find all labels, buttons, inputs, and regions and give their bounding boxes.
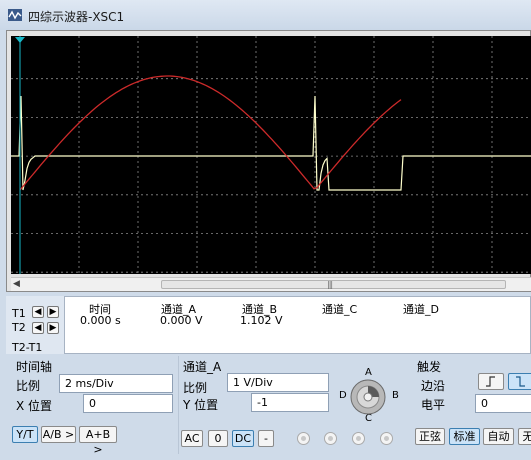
knob-label-a: A xyxy=(365,367,372,378)
window-title: 四综示波器-XSC1 xyxy=(28,10,125,24)
channel-title: 通道_A xyxy=(183,360,222,374)
channel-scale-label: 比例 xyxy=(183,381,208,395)
trigger-level-label: 电平 xyxy=(421,398,446,412)
t1-right-arrow-icon[interactable]: ▶ xyxy=(47,306,59,318)
scope-plot[interactable] xyxy=(11,36,531,274)
channel-a-trace xyxy=(19,75,402,191)
trigger-level-field[interactable]: 0 xyxy=(475,394,531,413)
t2-label: T2 xyxy=(12,321,26,334)
trigger-title: 触发 xyxy=(417,360,442,374)
rising-edge-button[interactable] xyxy=(478,373,504,390)
y-position-field[interactable]: -1 xyxy=(251,393,329,412)
t2-t1-label: T2-T1 xyxy=(12,341,43,354)
channel-d-radio[interactable] xyxy=(380,432,393,445)
t1-time-value: 0.000 s xyxy=(80,314,121,327)
x-position-label: X 位置 xyxy=(16,399,53,413)
y-position-label: Y 位置 xyxy=(183,398,219,412)
channel-b-trace xyxy=(11,95,531,191)
oscilloscope-app-icon xyxy=(8,9,22,21)
x-position-field[interactable]: 0 xyxy=(83,394,173,413)
scope-screen[interactable] xyxy=(11,36,531,274)
channel-scale-field[interactable]: 1 V/Div xyxy=(227,373,329,392)
scope-grid xyxy=(11,36,531,274)
t2-right-arrow-icon[interactable]: ▶ xyxy=(47,322,59,334)
yt-mode-button[interactable]: Y/T xyxy=(12,426,38,443)
header-channel-c: 通道_C xyxy=(322,303,358,316)
knob-label-d: D xyxy=(339,390,347,401)
t1-channel-a-value: 0.000 V xyxy=(160,314,203,327)
cursor-t1-marker-icon[interactable] xyxy=(15,37,25,43)
trigger-auto-button[interactable]: 自动 xyxy=(483,428,514,445)
channel-a-radio[interactable] xyxy=(297,432,310,445)
channel-b-radio[interactable] xyxy=(324,432,337,445)
trigger-normal-button[interactable]: 标准 xyxy=(449,428,480,445)
t2-left-arrow-icon[interactable]: ◀ xyxy=(32,322,44,334)
a-plus-b-mode-button[interactable]: A+B > xyxy=(79,426,117,456)
t1-channel-b-value: 1.102 V xyxy=(240,314,283,327)
timebase-title: 时间轴 xyxy=(16,360,53,374)
scrollbar-thumb[interactable]: ||| xyxy=(161,280,506,289)
falling-edge-button[interactable] xyxy=(508,373,531,390)
zero-coupling-button[interactable]: 0 xyxy=(208,430,228,447)
window-titlebar: 四综示波器-XSC1 xyxy=(0,0,531,30)
rising-edge-icon xyxy=(486,376,495,387)
trigger-none-button[interactable]: 无 xyxy=(518,428,531,445)
header-channel-d: 通道_D xyxy=(403,303,439,316)
cursor-controls: T1 ◀ ▶ T2 ◀ ▶ T2-T1 xyxy=(6,296,64,354)
knob-label-b: B xyxy=(392,390,399,401)
invert-button[interactable]: - xyxy=(258,430,274,447)
timebase-scale-label: 比例 xyxy=(16,379,41,393)
scope-horizontal-scrollbar[interactable]: ◀ ||| xyxy=(11,277,531,291)
ac-coupling-button[interactable]: AC xyxy=(181,430,203,447)
channel-c-radio[interactable] xyxy=(352,432,365,445)
panel-divider xyxy=(178,356,179,454)
scroll-left-icon[interactable]: ◀ xyxy=(13,279,20,289)
trigger-edge-label: 边沿 xyxy=(421,379,446,393)
t1-left-arrow-icon[interactable]: ◀ xyxy=(32,306,44,318)
measurement-table: 时间 通道_A 通道_B 通道_C 通道_D 0.000 s 0.000 V 1… xyxy=(64,296,531,354)
channel-selector-knob-icon[interactable] xyxy=(349,378,387,416)
dc-coupling-button[interactable]: DC xyxy=(232,430,254,447)
timebase-scale-field[interactable]: 2 ms/Div xyxy=(59,374,173,393)
t1-label: T1 xyxy=(12,307,26,320)
ab-mode-button[interactable]: A/B > xyxy=(41,426,76,443)
falling-edge-icon xyxy=(516,376,525,387)
trigger-sine-button[interactable]: 正弦 xyxy=(415,428,445,445)
